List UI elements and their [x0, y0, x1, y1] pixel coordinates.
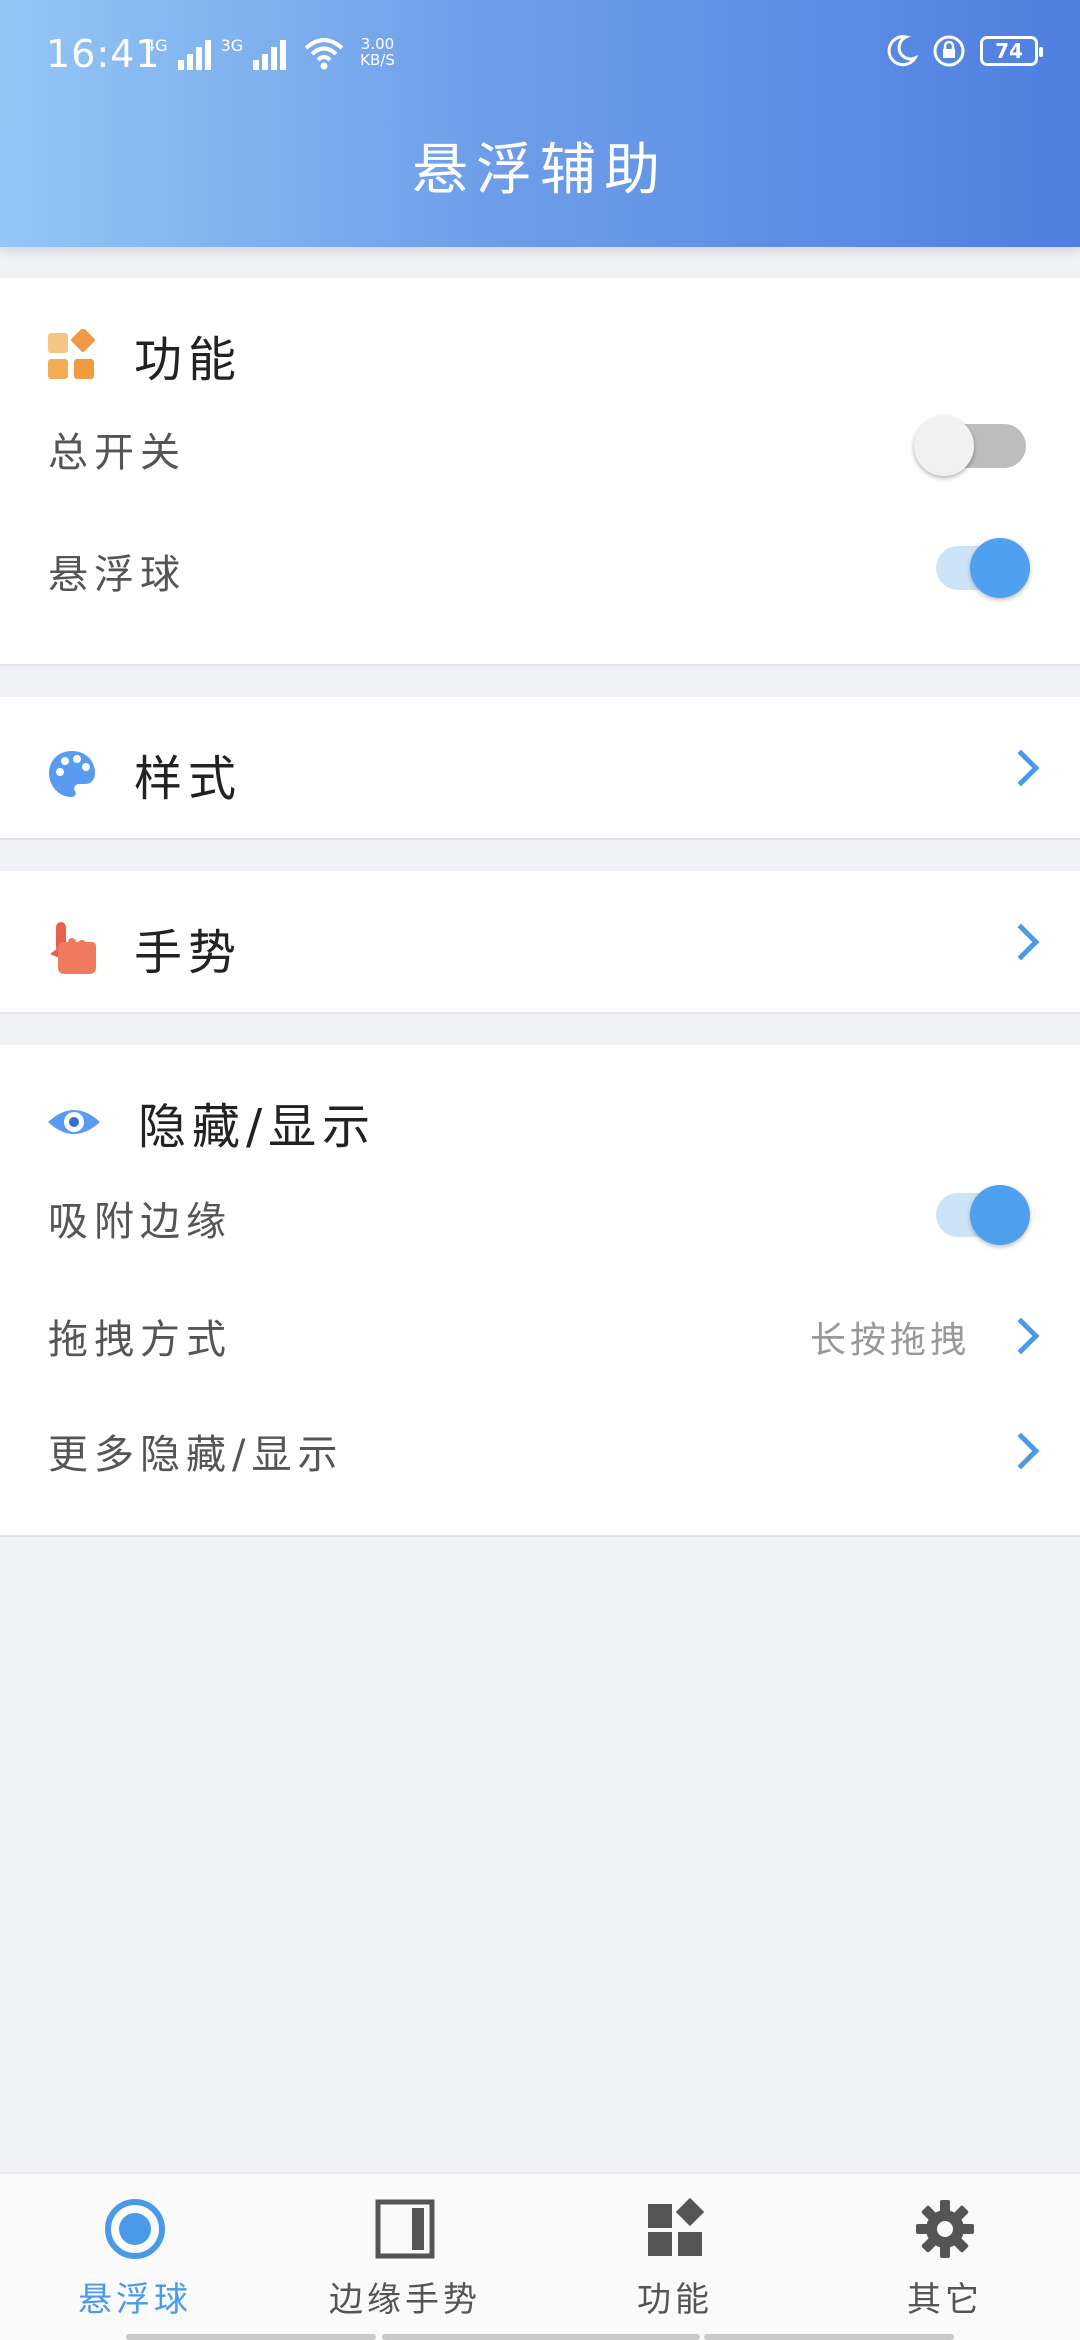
battery-icon: 74	[980, 36, 1043, 66]
style-header: 样式	[46, 739, 242, 809]
eye-icon	[48, 1110, 100, 1134]
floating-ball-label: 悬浮球	[48, 552, 186, 598]
gesture-header: 手势	[46, 913, 242, 983]
bottom-navigation: 悬浮球 边缘手势 功能 其它	[0, 2172, 1080, 2340]
hand-pointer-icon	[50, 922, 96, 974]
battery-level: 74	[995, 39, 1023, 63]
more-hide-show-row[interactable]: 更多隐藏/显示	[0, 1400, 1080, 1500]
hide-show-title: 隐藏/显示	[138, 1099, 377, 1155]
style-title: 样式	[134, 751, 243, 807]
drag-mode-row[interactable]: 拖拽方式 长按拖拽	[0, 1285, 1080, 1385]
chevron-right-icon	[1002, 1432, 1040, 1470]
chevron-right-icon	[1002, 923, 1040, 961]
drag-mode-label: 拖拽方式	[48, 1317, 232, 1363]
snap-edge-toggle[interactable]	[936, 1185, 1030, 1245]
master-switch-toggle[interactable]	[914, 416, 1026, 476]
style-card[interactable]: 样式	[0, 697, 1080, 840]
features-header: 功能	[46, 320, 242, 390]
palette-icon	[49, 751, 95, 797]
more-hide-show-label: 更多隐藏/显示	[48, 1432, 344, 1478]
status-bar: 16:41 4G 3G 3.00 KB/S 74	[0, 0, 1080, 110]
speed-value: 3.00	[360, 35, 395, 53]
features-grid-icon	[48, 329, 95, 379]
floating-ball-toggle[interactable]	[936, 538, 1030, 598]
settings-icon	[916, 2200, 974, 2258]
nav-other-label: 其它	[907, 2280, 983, 2320]
floating-ball-icon	[105, 2199, 165, 2259]
nav-floating-ball[interactable]: 悬浮球	[0, 2198, 270, 2321]
nav-edge-gesture-label: 边缘手势	[329, 2280, 481, 2320]
network-indicators: 4G 3G 3.00 KB/S	[145, 36, 395, 70]
chevron-right-icon	[1002, 1317, 1040, 1355]
moon-icon	[887, 35, 918, 67]
home-indicator[interactable]	[126, 2334, 376, 2340]
hide-show-header: 隐藏/显示	[46, 1087, 376, 1157]
nav-features[interactable]: 功能	[540, 2198, 810, 2321]
status-right: 74	[884, 34, 1043, 68]
status-time: 16:41	[46, 32, 161, 76]
app-header: 16:41 4G 3G 3.00 KB/S 74 悬浮辅助	[0, 0, 1080, 247]
signal-icon-2	[253, 38, 287, 70]
gesture-title: 手势	[134, 925, 243, 981]
speed-unit: KB/S	[360, 51, 395, 69]
master-switch-label: 总开关	[48, 430, 186, 476]
network-type-2: 3G	[220, 36, 244, 55]
edge-gesture-icon	[375, 2199, 435, 2259]
nav-floating-ball-label: 悬浮球	[78, 2280, 192, 2320]
network-speed: 3.00 KB/S	[360, 36, 395, 68]
hide-show-card: 隐藏/显示 吸附边缘 拖拽方式 长按拖拽 更多隐藏/显示	[0, 1045, 1080, 1537]
wifi-icon	[304, 38, 344, 70]
drag-mode-value: 长按拖拽	[809, 1320, 970, 1361]
chevron-right-icon	[1002, 749, 1040, 787]
nav-edge-gesture[interactable]: 边缘手势	[270, 2198, 540, 2321]
features-card: 功能 总开关 悬浮球	[0, 278, 1080, 666]
features-icon	[648, 2198, 705, 2256]
network-type-1: 4G	[145, 36, 168, 55]
rotation-lock-icon	[933, 35, 965, 67]
home-indicator[interactable]	[382, 2334, 700, 2340]
home-indicator[interactable]	[704, 2334, 954, 2340]
nav-features-label: 功能	[637, 2280, 713, 2320]
gesture-card[interactable]: 手势	[0, 871, 1080, 1014]
features-title: 功能	[134, 332, 243, 388]
page-title: 悬浮辅助	[412, 138, 668, 203]
nav-other[interactable]: 其它	[810, 2198, 1080, 2321]
snap-edge-label: 吸附边缘	[48, 1199, 232, 1245]
signal-icon-1	[177, 38, 211, 70]
